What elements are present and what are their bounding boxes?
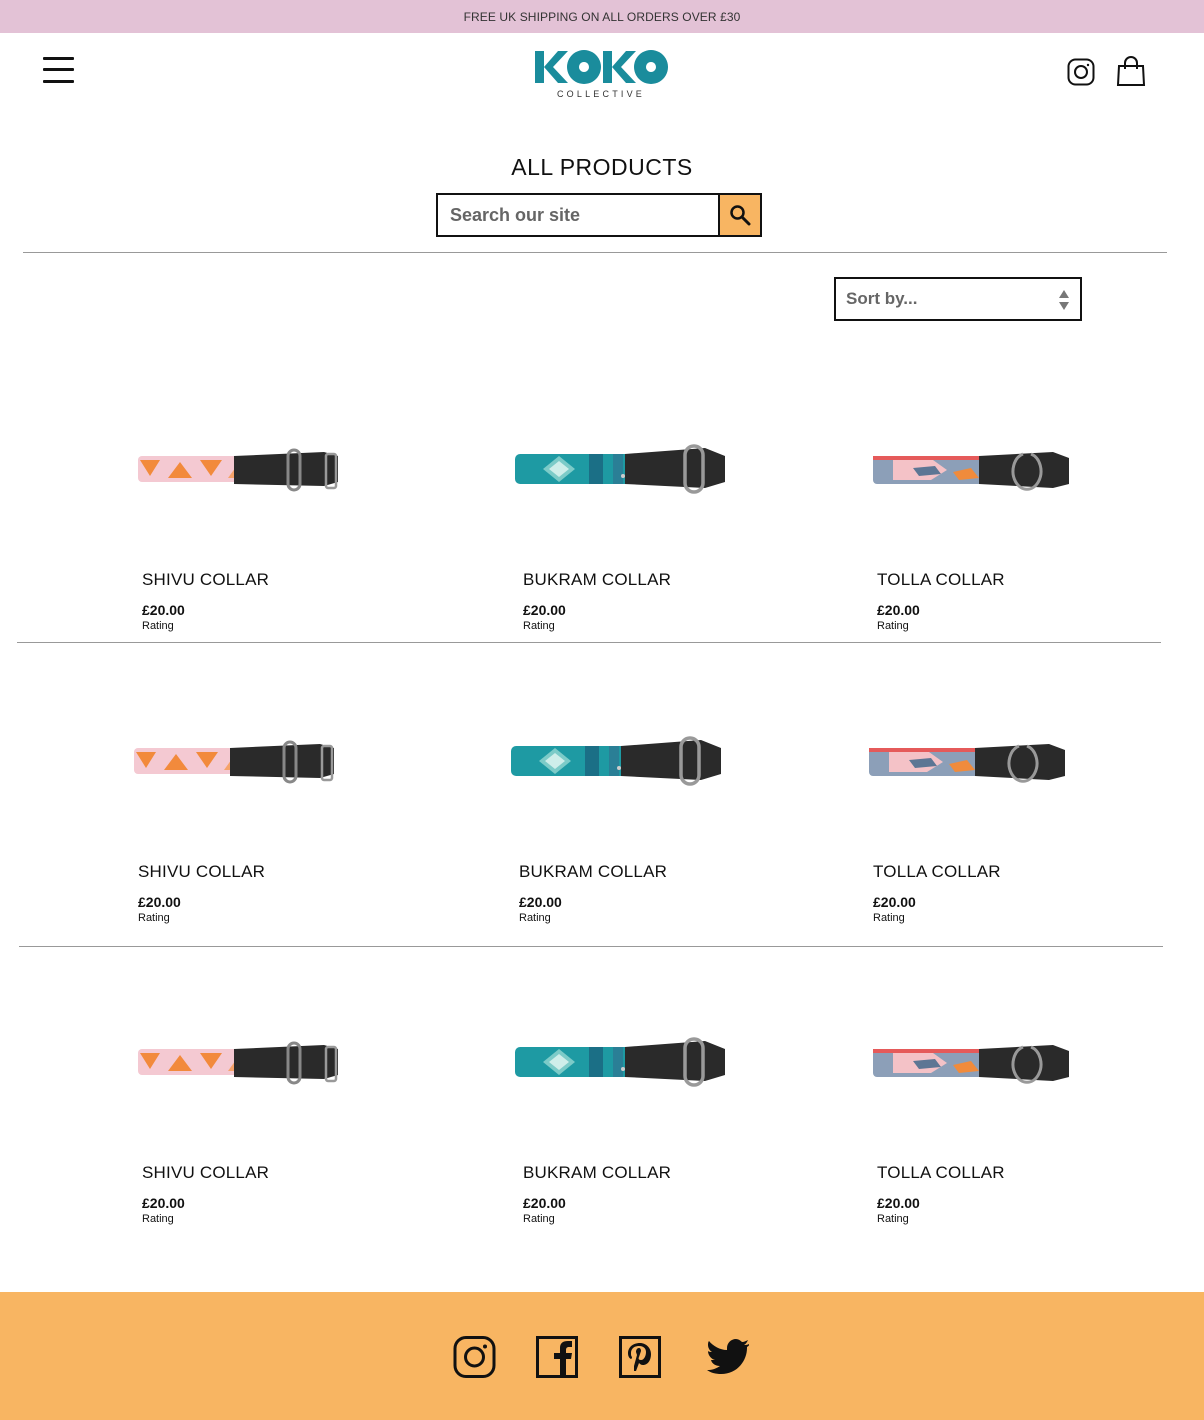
- product-image[interactable]: [134, 734, 354, 824]
- instagram-icon[interactable]: [1067, 58, 1095, 86]
- product-name[interactable]: TOLLA COLLAR: [877, 1163, 1005, 1183]
- product-name[interactable]: TOLLA COLLAR: [877, 570, 1005, 590]
- sort-dropdown[interactable]: Sort by...: [834, 277, 1082, 321]
- search-bar: [436, 193, 762, 237]
- product-card[interactable]: BUKRAM COLLAR £20.00 Rating: [515, 1035, 759, 1285]
- product-rating: Rating: [873, 912, 905, 924]
- product-rating: Rating: [142, 1213, 174, 1225]
- site-logo[interactable]: COLLECTIVE: [534, 49, 668, 103]
- site-header: COLLECTIVE: [0, 33, 1204, 123]
- product-card[interactable]: SHIVU COLLAR £20.00 Rating: [138, 1035, 378, 1285]
- product-price: £20.00: [519, 894, 562, 910]
- product-image[interactable]: [873, 442, 1093, 532]
- hamburger-menu-icon[interactable]: [43, 55, 75, 85]
- search-button[interactable]: [718, 195, 760, 235]
- promo-banner: FREE UK SHIPPING ON ALL ORDERS OVER £30: [0, 0, 1204, 33]
- product-name[interactable]: BUKRAM COLLAR: [523, 1163, 671, 1183]
- logo-subtitle: COLLECTIVE: [556, 89, 646, 99]
- product-image[interactable]: [869, 734, 1089, 824]
- product-card[interactable]: TOLLA COLLAR £20.00 Rating: [873, 1035, 1113, 1285]
- product-rating: Rating: [523, 620, 555, 632]
- product-price: £20.00: [523, 1195, 566, 1211]
- product-price: £20.00: [142, 602, 185, 618]
- product-name[interactable]: SHIVU COLLAR: [138, 862, 265, 882]
- divider: [19, 946, 1163, 947]
- product-card[interactable]: TOLLA COLLAR £20.00 Rating: [873, 442, 1113, 692]
- search-input[interactable]: [438, 195, 718, 235]
- search-icon: [730, 205, 751, 226]
- sort-arrows-icon: [1059, 290, 1069, 310]
- divider: [17, 642, 1161, 643]
- product-card[interactable]: BUKRAM COLLAR £20.00 Rating: [515, 442, 759, 692]
- product-price: £20.00: [877, 1195, 920, 1211]
- product-price: £20.00: [523, 602, 566, 618]
- facebook-icon[interactable]: [535, 1336, 581, 1378]
- product-price: £20.00: [873, 894, 916, 910]
- product-name[interactable]: SHIVU COLLAR: [142, 570, 269, 590]
- product-card[interactable]: SHIVU COLLAR £20.00 Rating: [138, 442, 378, 692]
- product-image[interactable]: [138, 1035, 358, 1125]
- logo-mark: [535, 50, 668, 84]
- product-rating: Rating: [138, 912, 170, 924]
- product-price: £20.00: [877, 602, 920, 618]
- product-name[interactable]: BUKRAM COLLAR: [523, 570, 671, 590]
- page-title: ALL PRODUCTS: [511, 154, 693, 180]
- product-name[interactable]: BUKRAM COLLAR: [519, 862, 667, 882]
- product-image[interactable]: [515, 442, 735, 532]
- site-footer: [0, 1292, 1204, 1420]
- product-price: £20.00: [138, 894, 181, 910]
- product-rating: Rating: [523, 1213, 555, 1225]
- shopping-bag-icon[interactable]: [1116, 55, 1146, 87]
- product-rating: Rating: [877, 1213, 909, 1225]
- pinterest-icon[interactable]: [618, 1336, 664, 1378]
- product-rating: Rating: [877, 620, 909, 632]
- product-rating: Rating: [142, 620, 174, 632]
- divider: [23, 252, 1167, 253]
- twitter-icon[interactable]: [703, 1336, 751, 1378]
- product-name[interactable]: TOLLA COLLAR: [873, 862, 1001, 882]
- product-image[interactable]: [515, 1035, 735, 1125]
- product-price: £20.00: [142, 1195, 185, 1211]
- instagram-icon[interactable]: [452, 1336, 498, 1378]
- sort-label: Sort by...: [846, 289, 918, 308]
- product-image[interactable]: [873, 1035, 1093, 1125]
- promo-text: FREE UK SHIPPING ON ALL ORDERS OVER £30: [463, 9, 741, 24]
- product-name[interactable]: SHIVU COLLAR: [142, 1163, 269, 1183]
- product-rating: Rating: [519, 912, 551, 924]
- product-image[interactable]: [511, 734, 731, 824]
- product-image[interactable]: [138, 442, 358, 532]
